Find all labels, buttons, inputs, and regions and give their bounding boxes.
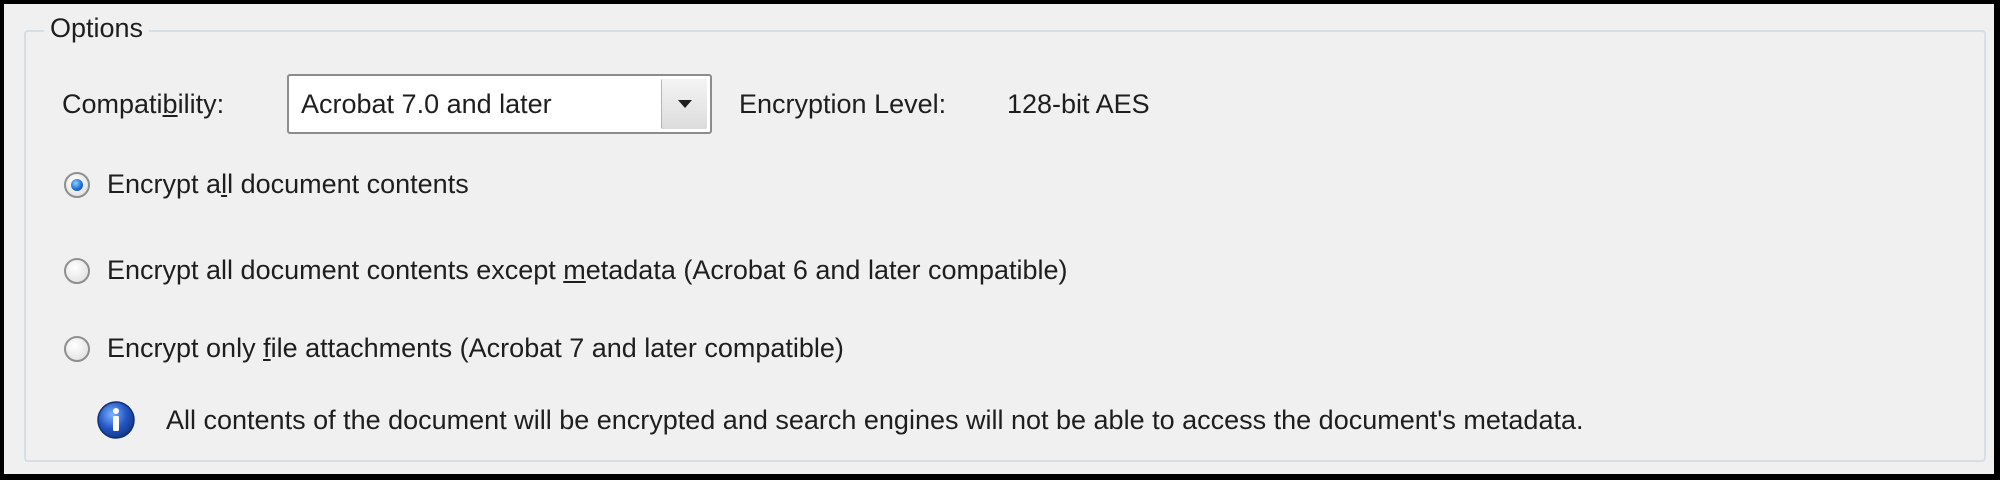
radio-label: Encrypt all document contents — [107, 166, 469, 202]
radio-label-accelerator: m — [563, 255, 586, 285]
dialog-panel: Options Compatibility: Acrobat 7.0 and l… — [4, 4, 1994, 474]
radio-label-part: Encrypt a — [107, 169, 222, 199]
options-group-title: Options — [44, 10, 150, 46]
encryption-level-value: 128-bit AES — [1007, 89, 1150, 119]
info-icon — [97, 401, 135, 439]
encryption-level-label: Encryption Level: — [739, 89, 947, 119]
radio-label-accelerator: f — [263, 333, 271, 363]
radio-label: Encrypt all document contents except met… — [107, 252, 1068, 288]
compatibility-dropdown[interactable]: Acrobat 7.0 and later — [287, 74, 712, 134]
radio-button[interactable] — [64, 258, 90, 284]
compatibility-dropdown-value: Acrobat 7.0 and later — [301, 89, 552, 119]
compatibility-label-accelerator: b — [162, 89, 178, 119]
radio-label-part: ile attachments (Acrobat 7 and later com… — [270, 333, 844, 363]
compatibility-label-part: ility: — [177, 89, 225, 119]
radio-button-selected[interactable] — [64, 172, 90, 198]
radio-label-part: Encrypt only — [107, 333, 264, 363]
radio-label: Encrypt only file attachments (Acrobat 7… — [107, 330, 844, 366]
radio-selected-dot — [71, 179, 83, 191]
radio-label-part: Encrypt all document contents except — [107, 255, 564, 285]
radio-label-part: etadata (Acrobat 6 and later compatible) — [585, 255, 1068, 285]
compatibility-label-part: Compati — [62, 89, 163, 119]
chevron-down-icon — [678, 100, 692, 108]
radio-button[interactable] — [64, 336, 90, 362]
compatibility-label: Compatibility: — [62, 86, 224, 122]
info-message: All contents of the document will be enc… — [166, 405, 1584, 435]
compatibility-dropdown-button[interactable] — [661, 79, 707, 129]
radio-label-part: l document contents — [227, 169, 469, 199]
